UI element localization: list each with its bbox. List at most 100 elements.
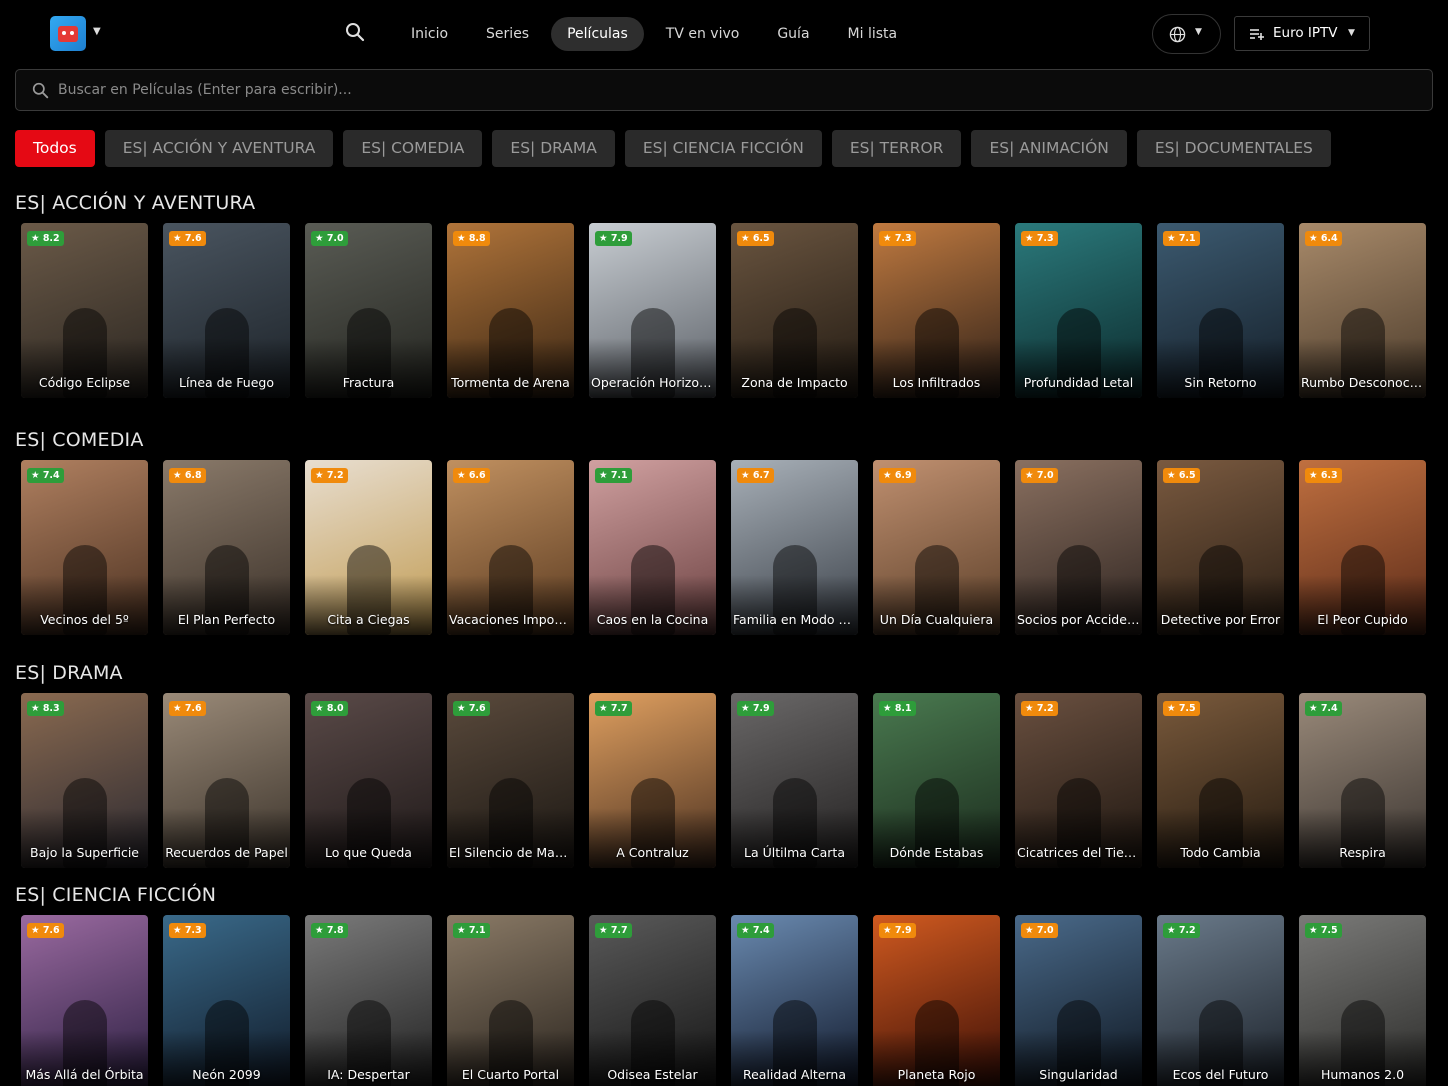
movie-card[interactable]: ★ 7.4 Vecinos del 5º <box>21 460 148 635</box>
rating-badge: ★ 7.7 <box>595 923 632 938</box>
movie-card[interactable]: ★ 6.5 Zona de Impacto <box>731 223 858 398</box>
rating-badge: ★ 7.6 <box>27 923 64 938</box>
rating-badge: ★ 7.2 <box>1163 923 1200 938</box>
movie-card[interactable]: ★ 8.1 Dónde Estabas <box>873 693 1000 868</box>
movie-card[interactable]: ★ 7.9 Operación Horizonte <box>589 223 716 398</box>
rating-badge: ★ 7.6 <box>169 231 206 246</box>
nav-item-peliculas[interactable]: Películas <box>551 17 644 51</box>
movie-card[interactable]: ★ 7.3 Profundidad Letal <box>1015 223 1142 398</box>
nav-item-guia[interactable]: Guía <box>761 17 825 51</box>
movie-title: Vecinos del 5º <box>40 612 129 627</box>
movie-card[interactable]: ★ 7.0 Singularidad <box>1015 915 1142 1086</box>
robot-icon <box>58 26 78 42</box>
movie-card[interactable]: ★ 7.1 Caos en la Cocina <box>589 460 716 635</box>
category-filter-bar: Todos ES| ACCIÓN Y AVENTURA ES| COMEDIA ES|… <box>15 130 1331 167</box>
movie-card[interactable]: ★ 7.0 Socios por Accidente <box>1015 460 1142 635</box>
movie-card[interactable]: ★ 7.9 La Últilma Carta <box>731 693 858 868</box>
movie-card[interactable]: ★ 6.3 El Peor Cupido <box>1299 460 1426 635</box>
movie-title: Singularidad <box>1039 1067 1118 1082</box>
movie-card[interactable]: ★ 6.4 Rumbo Desconocido <box>1299 223 1426 398</box>
rating-badge: ★ 7.3 <box>1021 231 1058 246</box>
movie-title: Recuerdos de Papel <box>165 845 288 860</box>
category-chip[interactable]: ES| DOCUMENTALES <box>1136 130 1331 167</box>
chevron-down-icon[interactable]: ▼ <box>93 26 101 37</box>
movie-card[interactable]: ★ 6.6 Vacaciones Imposibles <box>447 460 574 635</box>
rating-badge: ★ 7.0 <box>1021 923 1058 938</box>
rating-badge: ★ 7.8 <box>311 923 348 938</box>
nav-item-tv-en-vivo[interactable]: TV en vivo <box>650 17 756 51</box>
movie-title: Los Infiltrados <box>892 375 981 390</box>
movie-title: El Peor Cupido <box>1317 612 1408 627</box>
movie-card[interactable]: ★ 8.0 Lo que Queda <box>305 693 432 868</box>
source-selector[interactable]: Euro IPTV ▼ <box>1234 16 1370 51</box>
category-chip[interactable]: ES| COMEDIA <box>343 130 483 167</box>
movie-search <box>15 69 1433 111</box>
movie-title: Ecos del Futuro <box>1172 1067 1269 1082</box>
search-icon[interactable] <box>345 22 369 46</box>
movie-card[interactable]: ★ 7.2 Ecos del Futuro <box>1157 915 1284 1086</box>
rating-badge: ★ 6.6 <box>453 468 490 483</box>
rating-badge: ★ 7.6 <box>453 701 490 716</box>
category-chip[interactable]: ES| DRAMA <box>492 130 615 167</box>
movie-card[interactable]: ★ 7.6 Recuerdos de Papel <box>163 693 290 868</box>
movie-title: Todo Cambia <box>1180 845 1261 860</box>
movie-title: Sin Retorno <box>1184 375 1257 390</box>
app-logo[interactable] <box>50 16 86 51</box>
nav-item-mi-lista[interactable]: Mi lista <box>832 17 914 51</box>
movie-card[interactable]: ★ 6.5 Detective por Error <box>1157 460 1284 635</box>
movie-card[interactable]: ★ 6.9 Un Día Cualquiera <box>873 460 1000 635</box>
movie-title: Zona de Impacto <box>741 375 848 390</box>
chevron-down-icon: ▼ <box>1195 27 1202 37</box>
nav-item-inicio[interactable]: Inicio <box>395 17 464 51</box>
movie-row: ★ 8.2 Código Eclipse ★ 7.6 Línea de Fuego ★ … <box>21 223 1426 398</box>
movie-card[interactable]: ★ 7.2 Cicatrices del Tiempo <box>1015 693 1142 868</box>
movie-card[interactable]: ★ 7.7 A Contraluz <box>589 693 716 868</box>
category-chip[interactable]: Todos <box>15 130 95 167</box>
movie-card[interactable]: ★ 7.9 Planeta Rojo <box>873 915 1000 1086</box>
movie-card[interactable]: ★ 7.1 El Cuarto Portal <box>447 915 574 1086</box>
movie-card[interactable]: ★ 7.4 Realidad Alterna <box>731 915 858 1086</box>
movie-title: Rumbo Desconocido <box>1301 375 1424 390</box>
movie-card[interactable]: ★ 7.8 IA: Despertar <box>305 915 432 1086</box>
movie-card[interactable]: ★ 7.3 Neón 2099 <box>163 915 290 1086</box>
rating-badge: ★ 7.2 <box>311 468 348 483</box>
category-chip[interactable]: ES| ANIMACIÓN <box>971 130 1127 167</box>
movie-card[interactable]: ★ 7.7 Odisea Estelar <box>589 915 716 1086</box>
category-chip[interactable]: ES| CIENCIA FICCIÓN <box>624 130 822 167</box>
movie-card[interactable]: ★ 7.6 Línea de Fuego <box>163 223 290 398</box>
search-input[interactable] <box>58 70 1358 110</box>
movie-title: Caos en la Cocina <box>596 612 709 627</box>
movie-title: Humanos 2.0 <box>1320 1067 1405 1082</box>
movie-title: Lo que Queda <box>325 845 412 860</box>
movie-card[interactable]: ★ 8.8 Tormenta de Arena <box>447 223 574 398</box>
movie-title: Detective por Error <box>1160 612 1281 627</box>
rating-badge: ★ 7.7 <box>595 701 632 716</box>
rating-badge: ★ 8.8 <box>453 231 490 246</box>
category-chip[interactable]: ES| ACCIÓN Y AVENTURA <box>104 130 334 167</box>
movie-card[interactable]: ★ 7.5 Todo Cambia <box>1157 693 1284 868</box>
category-chip[interactable]: ES| TERROR <box>831 130 962 167</box>
movie-card[interactable]: ★ 7.4 Respira <box>1299 693 1426 868</box>
movie-title: Familia en Modo Avión <box>733 612 856 627</box>
movie-card[interactable]: ★ 7.1 Sin Retorno <box>1157 223 1284 398</box>
movie-card[interactable]: ★ 6.8 El Plan Perfecto <box>163 460 290 635</box>
movie-card[interactable]: ★ 7.0 Fractura <box>305 223 432 398</box>
movie-card[interactable]: ★ 8.3 Bajo la Superficie <box>21 693 148 868</box>
rating-badge: ★ 6.8 <box>169 468 206 483</box>
rating-badge: ★ 8.1 <box>879 701 916 716</box>
rating-badge: ★ 6.3 <box>1305 468 1342 483</box>
movie-row: ★ 7.4 Vecinos del 5º ★ 6.8 El Plan Perfecto… <box>21 460 1426 635</box>
movie-card[interactable]: ★ 6.7 Familia en Modo Avión <box>731 460 858 635</box>
movie-card[interactable]: ★ 7.2 Cita a Ciegas <box>305 460 432 635</box>
movie-title: IA: Despertar <box>327 1067 410 1082</box>
rating-badge: ★ 7.1 <box>595 468 632 483</box>
movie-card[interactable]: ★ 8.2 Código Eclipse <box>21 223 148 398</box>
movie-card[interactable]: ★ 7.5 Humanos 2.0 <box>1299 915 1426 1086</box>
movie-card[interactable]: ★ 7.6 El Silencio de Marcos <box>447 693 574 868</box>
movie-card[interactable]: ★ 7.3 Los Infiltrados <box>873 223 1000 398</box>
nav-item-series[interactable]: Series <box>470 17 545 51</box>
rating-badge: ★ 7.6 <box>169 701 206 716</box>
movie-card[interactable]: ★ 7.6 Más Allá del Órbita <box>21 915 148 1086</box>
language-button[interactable]: ▼ <box>1152 14 1221 54</box>
rating-badge: ★ 8.2 <box>27 231 64 246</box>
